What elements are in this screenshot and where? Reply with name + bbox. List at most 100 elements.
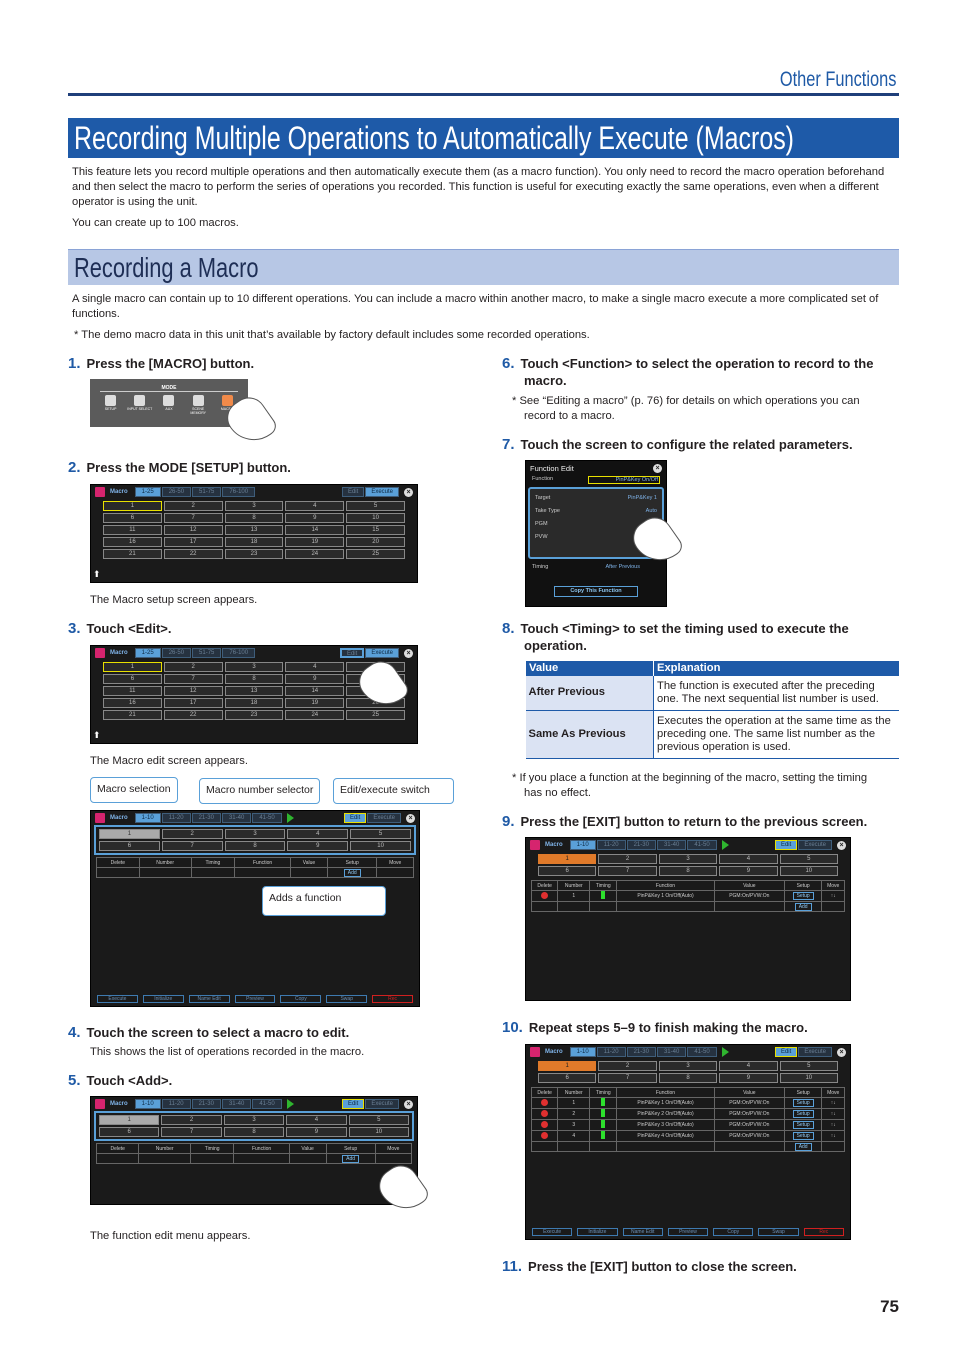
macro-number-button[interactable]: 22	[163, 549, 223, 559]
macro-number-button[interactable]: 2	[598, 854, 657, 864]
edit-switch[interactable]: Edit	[341, 1099, 365, 1109]
range-tab-41-50[interactable]: 41-50	[687, 840, 717, 850]
mode-button-scene-memory[interactable]: SCENE MEMORY	[185, 395, 211, 415]
edit-switch[interactable]: Edit	[341, 487, 365, 497]
macro-number-button[interactable]: 13	[224, 686, 284, 696]
range-tab-1-25[interactable]: 1-25	[134, 648, 161, 658]
macro-number-button[interactable]: 5	[348, 1115, 409, 1125]
macro-number-button[interactable]: 10	[779, 1073, 838, 1083]
macro-number-button[interactable]: 3	[224, 662, 284, 672]
close-icon[interactable]: ×	[404, 487, 413, 497]
name-edit-button[interactable]: Name Edit	[188, 995, 230, 1003]
timing-indicator[interactable]	[601, 1131, 606, 1139]
macro-number-button[interactable]: 10	[346, 513, 405, 523]
swap-button[interactable]: Swap	[758, 1228, 799, 1236]
macro-number-button[interactable]: 7	[161, 841, 223, 851]
macro-number-button[interactable]: 10	[348, 1127, 409, 1137]
macro-number-button[interactable]: 7	[598, 866, 657, 876]
macro-number-button[interactable]: 2	[598, 1061, 657, 1071]
macro-number-button[interactable]: 3	[224, 829, 286, 839]
macro-number-button[interactable]: 25	[346, 710, 405, 720]
macro-number-button[interactable]: 5	[346, 501, 405, 511]
macro-number-button[interactable]: 6	[99, 841, 160, 851]
range-tab-41-50[interactable]: 41-50	[687, 1047, 717, 1057]
setup-button[interactable]: Setup	[792, 1121, 814, 1129]
macro-number-button[interactable]: 8	[658, 866, 718, 876]
macro-number-button[interactable]: 7	[163, 513, 223, 523]
edit-switch[interactable]: Edit	[774, 840, 798, 850]
execute-button[interactable]: Execute	[532, 1228, 573, 1236]
function-selector[interactable]: PinP&Key On/Off	[588, 476, 660, 484]
macro-number-button[interactable]: 14	[285, 525, 345, 535]
copy-button[interactable]: Copy	[280, 995, 322, 1003]
macro-number-button[interactable]: 4	[287, 829, 349, 839]
macro-number-button[interactable]: 1	[99, 829, 160, 839]
close-icon[interactable]: ×	[653, 464, 662, 473]
range-tab-1-10[interactable]: 1-10	[569, 840, 596, 850]
macro-number-button[interactable]: 9	[286, 1127, 347, 1137]
macro-number-button[interactable]: 24	[285, 710, 345, 720]
macro-number-button[interactable]: 16	[103, 698, 162, 708]
macro-number-button[interactable]: 2	[163, 501, 223, 511]
timing-indicator[interactable]	[601, 1120, 606, 1128]
macro-number-button[interactable]: 3	[224, 501, 284, 511]
delete-icon[interactable]	[541, 1098, 549, 1106]
next-page-icon[interactable]	[721, 1047, 729, 1057]
macro-number-button[interactable]: 19	[285, 537, 345, 547]
macro-number-button[interactable]: 1	[538, 854, 597, 864]
macro-number-button[interactable]: 20	[346, 537, 405, 547]
macro-number-button[interactable]: 4	[719, 854, 778, 864]
macro-number-button[interactable]: 7	[598, 1073, 657, 1083]
range-tab-51-75[interactable]: 51-75	[192, 487, 222, 497]
macro-number-button[interactable]: 5	[779, 1061, 838, 1071]
move-icon[interactable]: ↑↓	[821, 890, 845, 902]
add-button[interactable]: Add	[794, 1142, 812, 1151]
swap-button[interactable]: Swap	[326, 995, 368, 1003]
macro-number-button[interactable]: 4	[719, 1061, 778, 1071]
macro-number-button[interactable]: 13	[224, 525, 284, 535]
move-icon[interactable]: ↑↓	[821, 1119, 845, 1131]
function-row[interactable]: 1 PinP&Key 1 On/Off(Auto) PGM:On/PVW:On Set…	[530, 890, 845, 902]
macro-number-button[interactable]: 21	[103, 549, 162, 559]
macro-number-button[interactable]: 23	[224, 710, 284, 720]
timing-selector[interactable]: After Previous	[605, 564, 640, 570]
scroll-up-icon[interactable]: ⬆	[93, 569, 101, 580]
macro-number-button[interactable]: 6	[538, 1073, 597, 1083]
add-button[interactable]: Add	[343, 868, 361, 877]
macro-number-button[interactable]: 9	[719, 866, 778, 876]
range-tab-31-40[interactable]: 31-40	[656, 840, 687, 850]
range-tab-11-20[interactable]: 11-20	[161, 813, 191, 823]
param-row[interactable]: Target PinP&Key 1	[535, 492, 657, 505]
macro-number-button[interactable]: 3	[658, 1061, 718, 1071]
range-tab-26-50[interactable]: 26-50	[161, 648, 192, 658]
macro-number-button[interactable]: 6	[103, 513, 162, 523]
param-row[interactable]: Take Type Auto	[535, 505, 657, 518]
range-tab-11-20[interactable]: 11-20	[596, 840, 626, 850]
function-row[interactable]: 3 PinP&Key 3 On/Off(Auto) PGM:On/PVW:On Set…	[530, 1119, 845, 1131]
macro-number-button[interactable]: 21	[103, 710, 162, 720]
range-tab-76-100[interactable]: 76-100	[222, 487, 256, 497]
range-tab-21-30[interactable]: 21-30	[626, 1047, 656, 1057]
macro-number-button[interactable]: 9	[287, 841, 349, 851]
close-icon[interactable]: ×	[837, 840, 846, 850]
range-tab-1-10[interactable]: 1-10	[569, 1047, 596, 1057]
rec-button[interactable]: Rec	[372, 995, 414, 1003]
delete-icon[interactable]	[541, 1109, 549, 1117]
delete-icon[interactable]	[541, 891, 549, 899]
delete-icon[interactable]	[541, 1131, 549, 1139]
preview-button[interactable]: Preview	[234, 995, 276, 1003]
macro-number-button[interactable]: 10	[350, 841, 411, 851]
setup-button[interactable]: Setup	[792, 1132, 814, 1140]
macro-number-button[interactable]: 2	[163, 662, 223, 672]
macro-number-button[interactable]: 1	[103, 662, 162, 672]
range-tab-76-100[interactable]: 76-100	[222, 648, 256, 658]
macro-number-button[interactable]: 18	[224, 537, 284, 547]
next-page-icon[interactable]	[286, 813, 294, 823]
timing-indicator[interactable]	[601, 1098, 606, 1106]
timing-indicator[interactable]	[601, 891, 606, 899]
range-tab-51-75[interactable]: 51-75	[192, 648, 222, 658]
macro-number-button[interactable]: 10	[779, 866, 838, 876]
macro-number-button[interactable]: 3	[658, 854, 718, 864]
mode-button-input-select[interactable]: INPUT SELECT	[127, 395, 153, 415]
setup-button[interactable]: Setup	[792, 1110, 814, 1118]
